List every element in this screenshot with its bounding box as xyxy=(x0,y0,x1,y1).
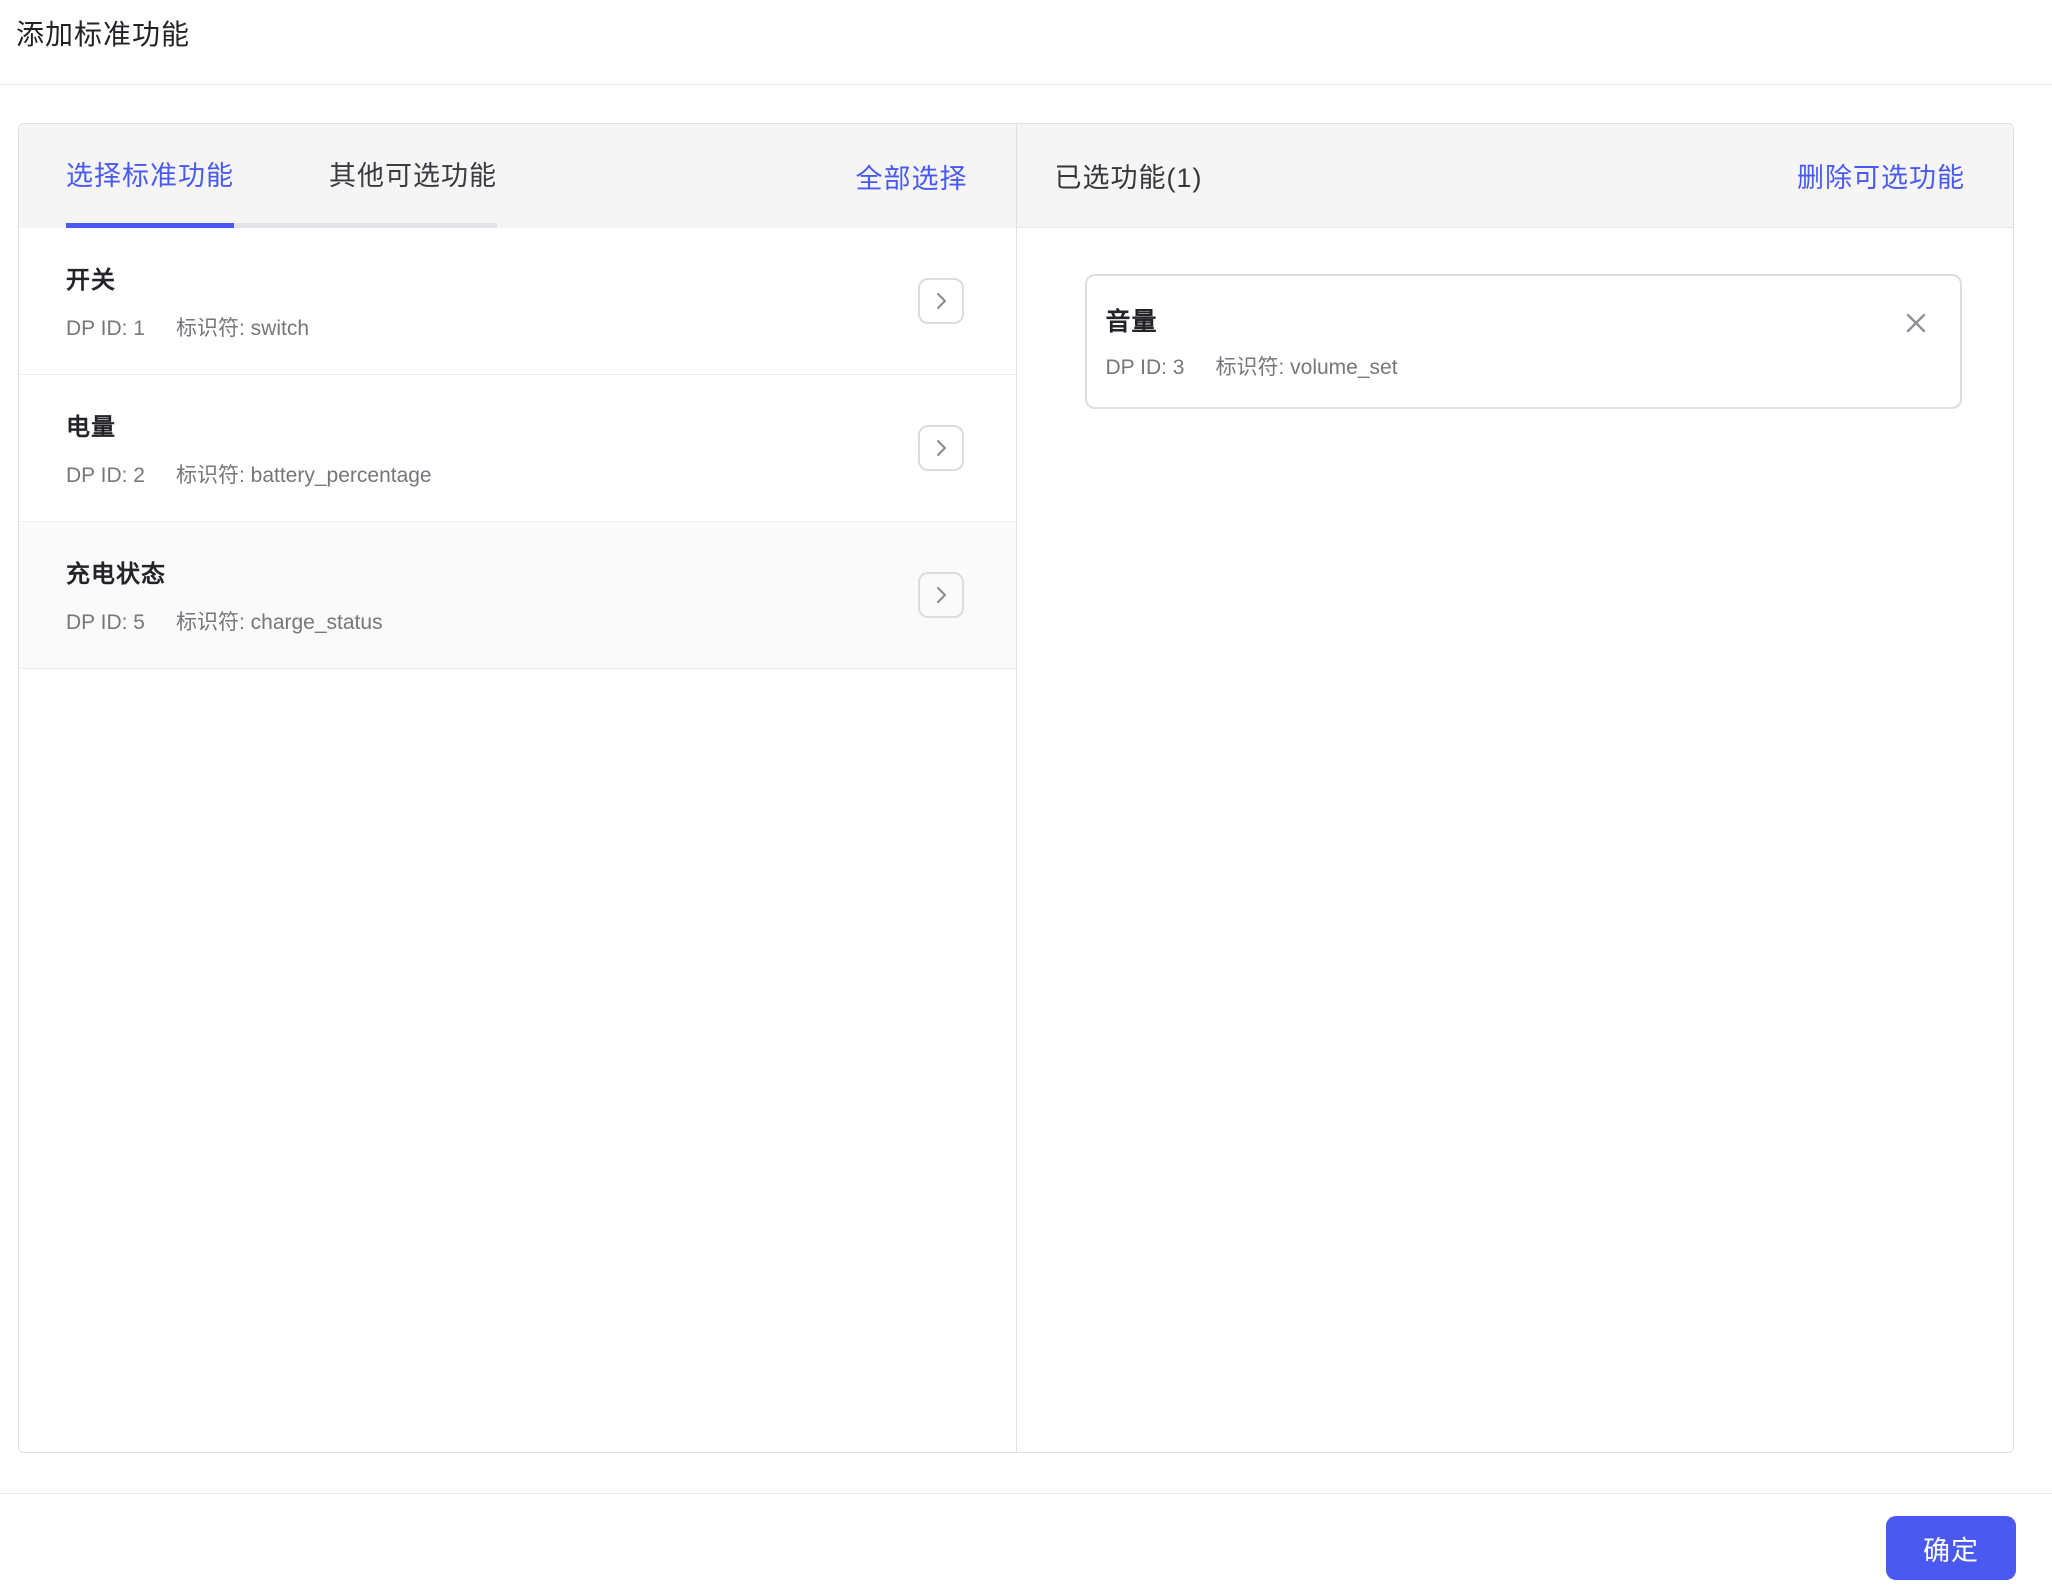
function-info: 电量 DP ID: 2 标识符: battery_percentage xyxy=(66,407,432,489)
function-row-switch[interactable]: 开关 DP ID: 1 标识符: switch xyxy=(19,228,1016,375)
function-row-charge-status[interactable]: 充电状态 DP ID: 5 标识符: charge_status xyxy=(19,522,1016,669)
identifier-label: 标识符: switch xyxy=(175,317,309,340)
page-header: 添加标准功能 xyxy=(0,0,2052,85)
function-info: 音量 DP ID: 3 标识符: volume_set xyxy=(1106,302,1398,381)
function-name: 电量 xyxy=(66,414,116,441)
function-name: 音量 xyxy=(1105,308,1158,336)
select-all-link[interactable]: 全部选择 xyxy=(856,157,968,196)
confirm-button[interactable]: 确定 xyxy=(1886,1516,2016,1580)
selected-functions-title: 已选功能(1) xyxy=(1054,163,1203,193)
dp-id-label: DP ID: 2 xyxy=(66,464,145,487)
identifier-label: 标识符: volume_set xyxy=(1215,356,1398,379)
dialog-footer: 确定 xyxy=(0,1493,2052,1586)
function-list: 开关 DP ID: 1 标识符: switch 电量 DP ID: 2 标识符: b… xyxy=(19,228,1016,1452)
add-function-button[interactable] xyxy=(917,425,964,471)
add-standard-function-panel: 选择标准功能 其他可选功能 全部选择 开关 DP ID: 1 标识符: switc… xyxy=(18,123,2014,1453)
function-row-battery[interactable]: 电量 DP ID: 2 标识符: battery_percentage xyxy=(19,375,1016,522)
dp-id-label: DP ID: 5 xyxy=(66,611,145,634)
function-info: 开关 DP ID: 1 标识符: switch xyxy=(66,260,309,342)
right-pane-header: 已选功能(1) 删除可选功能 xyxy=(1016,124,2013,228)
remove-selected-function-button[interactable] xyxy=(1900,308,1932,340)
tab-other-optional-functions[interactable]: 其他可选功能 xyxy=(329,124,497,228)
dp-id-label: DP ID: 1 xyxy=(66,317,145,340)
function-meta: DP ID: 5 标识符: charge_status xyxy=(66,606,383,636)
delete-optional-functions-link[interactable]: 删除可选功能 xyxy=(1797,156,1965,195)
left-pane-header: 选择标准功能 其他可选功能 全部选择 xyxy=(19,124,1016,228)
close-icon xyxy=(1904,311,1928,338)
chevron-right-icon xyxy=(931,438,951,458)
identifier-label: 标识符: battery_percentage xyxy=(175,464,432,487)
function-info: 充电状态 DP ID: 5 标识符: charge_status xyxy=(66,554,383,636)
function-meta: DP ID: 1 标识符: switch xyxy=(66,312,309,342)
selected-function-card-volume: 音量 DP ID: 3 标识符: volume_set xyxy=(1084,274,1962,409)
chevron-right-icon xyxy=(931,585,951,605)
add-function-button[interactable] xyxy=(917,572,964,618)
page-title: 添加标准功能 xyxy=(16,19,191,50)
function-name: 充电状态 xyxy=(66,561,166,588)
identifier-label: 标识符: charge_status xyxy=(175,611,383,634)
dp-id-label: DP ID: 3 xyxy=(1105,356,1185,379)
selected-functions-pane: 已选功能(1) 删除可选功能 音量 DP ID: 3 标识符: volume_se… xyxy=(1016,124,2013,1452)
chevron-right-icon xyxy=(931,291,951,311)
add-function-button[interactable] xyxy=(917,278,964,324)
function-meta: DP ID: 3 标识符: volume_set xyxy=(1106,351,1398,381)
available-functions-pane: 选择标准功能 其他可选功能 全部选择 开关 DP ID: 1 标识符: switc… xyxy=(19,124,1017,1452)
function-meta: DP ID: 2 标识符: battery_percentage xyxy=(66,459,432,489)
tab-standard-functions[interactable]: 选择标准功能 xyxy=(66,124,234,228)
tab-bar: 选择标准功能 其他可选功能 xyxy=(66,124,497,228)
function-name: 开关 xyxy=(66,267,116,294)
selected-functions-list: 音量 DP ID: 3 标识符: volume_set xyxy=(1016,228,2013,1452)
